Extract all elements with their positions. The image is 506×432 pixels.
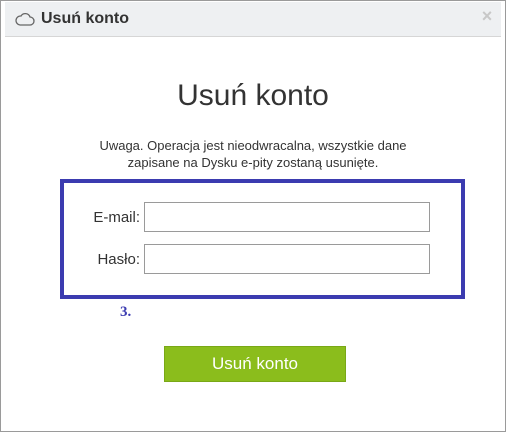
email-field[interactable] — [144, 202, 430, 232]
credentials-highlight-box: E-mail: Hasło: — [60, 179, 465, 299]
password-label: Hasło: — [97, 251, 140, 268]
delete-account-dialog: Usuń konto × Usuń konto Uwaga. Operacja … — [0, 0, 506, 432]
password-row: Hasło: — [64, 244, 461, 276]
email-label: E-mail: — [93, 209, 140, 226]
email-row: E-mail: — [64, 202, 461, 234]
dialog-content: Usuń konto Uwaga. Operacja jest nieodwra… — [6, 38, 500, 427]
warning-line-1: Uwaga. Operacja jest nieodwracalna, wszy… — [99, 138, 407, 153]
close-icon[interactable]: × — [479, 7, 495, 25]
step-annotation: 3. — [120, 304, 132, 320]
warning-line-2: zapisane na Dysku e-pity zostaną usunięt… — [127, 155, 379, 170]
dialog-title: Usuń konto — [41, 10, 129, 27]
delete-account-button[interactable]: Usuń konto — [164, 346, 346, 382]
cloud-icon — [15, 12, 35, 26]
page-title: Usuń konto — [177, 79, 329, 112]
warning-text: Uwaga. Operacja jest nieodwracalna, wszy… — [68, 137, 438, 171]
password-field[interactable] — [144, 244, 430, 274]
dialog-titlebar: Usuń konto × — [5, 2, 501, 37]
